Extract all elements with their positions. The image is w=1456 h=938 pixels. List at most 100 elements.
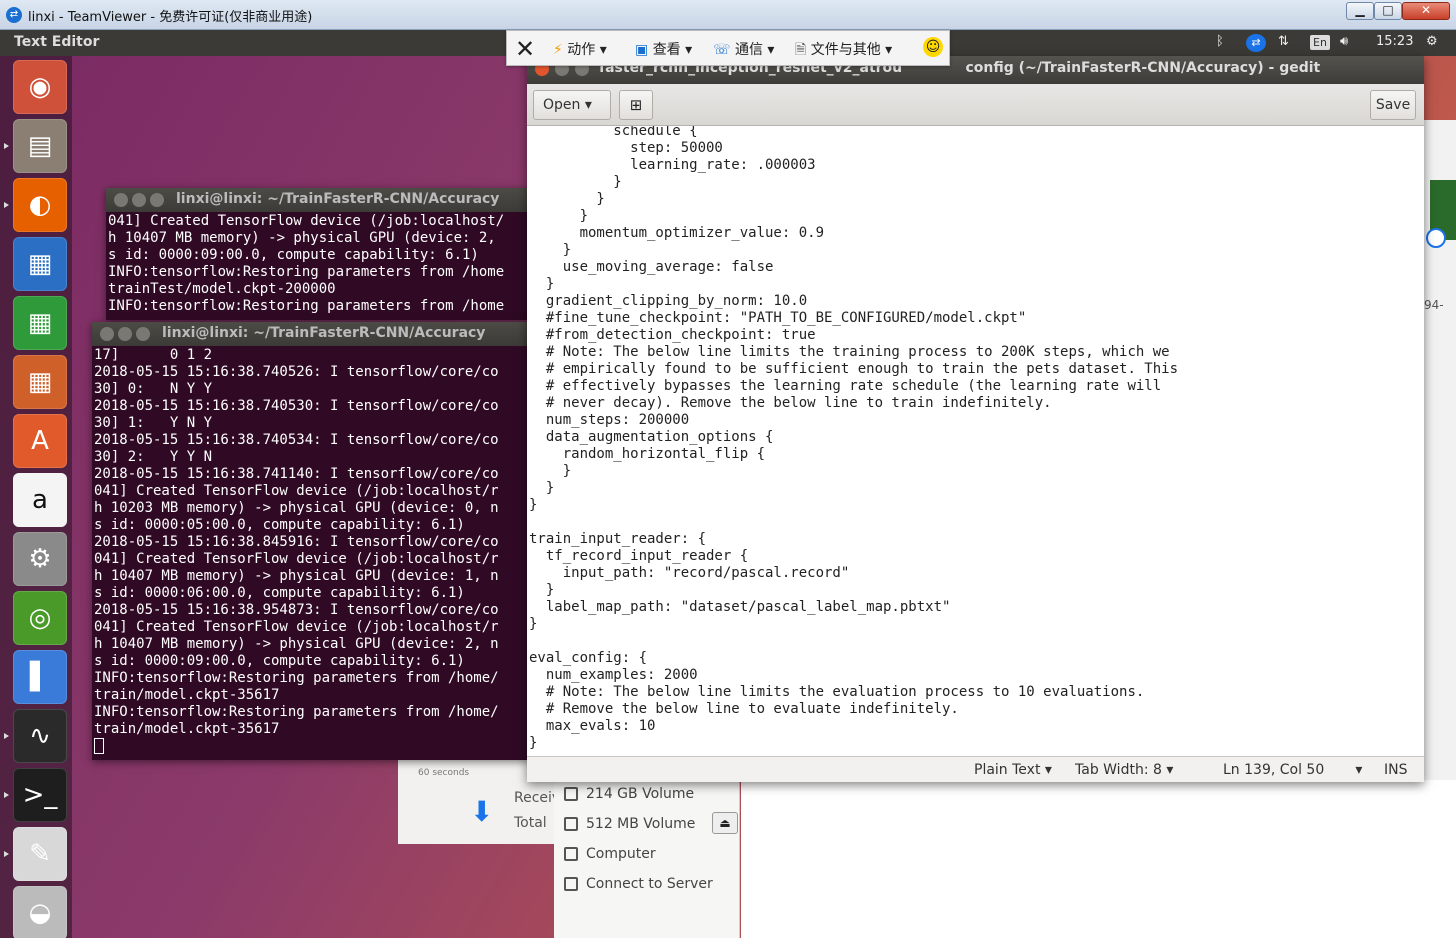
close-session-button[interactable]: ✕ [515,35,535,63]
minimize-icon[interactable] [132,193,146,207]
terminal-line: 30] 1: Y N Y [94,415,213,431]
launcher-files-icon[interactable]: ▤ [13,119,67,173]
launcher-firefox-icon[interactable]: ◐ [13,178,67,232]
terminal-line: 2018-05-15 15:16:38.845916: I tensorflow… [94,534,499,550]
launcher-nvidia-icon[interactable]: ◎ [13,591,67,645]
editor-line: } [529,616,538,632]
sidebar-item-label: 512 MB Volume [586,816,696,832]
clock[interactable]: 15:23 [1376,34,1413,49]
terminal-line: INFO:tensorflow:Restoring parameters fro… [108,264,505,280]
communicate-menu[interactable]: ☏ 通信 ▾ [713,39,774,59]
smiley-icon[interactable]: ☺ [923,37,943,57]
launcher-thermometer-icon[interactable]: ▌ [13,650,67,704]
terminal-title: linxi@linxi: ~/TrainFasterR-CNN/Accuracy [162,325,486,341]
teamviewer-side-icon[interactable] [1426,228,1446,248]
terminal-line: 041] Created TensorFlow device (/job:loc… [94,483,499,499]
cursor-position[interactable]: Ln 139, Col 50 ▾ [1223,762,1362,778]
launcher-text-editor-icon[interactable]: ✎ [13,827,67,881]
system-gear-icon[interactable]: ⚙ [1426,34,1438,49]
chevron-down-icon: ▾ [1355,762,1363,778]
terminal-line: 30] 0: N Y Y [94,381,213,397]
editor-line: step: 50000 [529,140,723,156]
editor-line: # Note: The below line limits the traini… [529,344,1170,360]
view-menu[interactable]: ▣ 查看 ▾ [635,39,692,59]
sidebar-item-computer[interactable]: Computer [564,846,656,862]
editor-line: } [529,242,572,258]
keyboard-language-indicator[interactable]: En [1310,35,1330,50]
editor-line: # never decay). Remove the below line to… [529,395,1052,411]
gedit-window[interactable]: faster_rcnn_inception_resnet_v2_atrou co… [527,56,1424,782]
terminal-line: 2018-05-15 15:16:38.954873: I tensorflow… [94,602,499,618]
terminal-line: trainTest/model.ckpt-200000 [108,281,336,297]
network-icon[interactable]: ⇅ [1278,34,1289,49]
eject-button[interactable]: ⏏ [712,812,738,834]
terminal-line: 2018-05-15 15:16:38.740526: I tensorflow… [94,364,499,380]
language-selector[interactable]: Plain Text ▾ [974,762,1052,778]
new-tab-button[interactable]: ⊞ [619,90,653,120]
terminal-window-back[interactable]: linxi@linxi: ~/TrainFasterR-CNN/Accuracy… [106,188,530,320]
terminal-line: h 10407 MB memory) -> physical GPU (devi… [108,230,496,246]
editor-line: } [529,582,555,598]
computer-icon [564,847,578,861]
terminal-titlebar[interactable]: linxi@linxi: ~/TrainFasterR-CNN/Accuracy [106,188,530,212]
teamviewer-logo-icon: ⇄ [6,7,22,23]
terminal-line: s id: 0000:06:00.0, compute capability: … [94,585,465,601]
teamviewer-tray-icon[interactable]: ⇄ [1246,34,1266,52]
editor-line: } [529,735,538,751]
tab-width-selector[interactable]: Tab Width: 8 ▾ [1075,762,1173,778]
launcher-calc-icon[interactable]: ▦ [13,296,67,350]
close-icon[interactable] [114,193,128,207]
close-icon[interactable] [100,327,114,341]
terminal-line: h 10203 MB memory) -> physical GPU (devi… [94,500,499,516]
editor-line: #from_detection_checkpoint: true [529,327,816,343]
launcher-writer-icon[interactable]: ▦ [13,237,67,291]
drive-icon [564,817,578,831]
launcher-software-icon[interactable]: A [13,414,67,468]
terminal-title: linxi@linxi: ~/TrainFasterR-CNN/Accuracy [176,191,500,207]
gedit-headerbar: Open ▾ ⊞ Save [527,84,1424,126]
launcher-settings-icon[interactable]: ⚙ [13,532,67,586]
save-button[interactable]: Save [1370,90,1416,120]
terminal-titlebar[interactable]: linxi@linxi: ~/TrainFasterR-CNN/Accuracy [92,322,530,346]
terminal-window-front[interactable]: linxi@linxi: ~/TrainFasterR-CNN/Accuracy… [92,322,530,760]
maximize-icon[interactable] [150,193,164,207]
launcher-system-monitor-icon[interactable]: ∿ [13,709,67,763]
terminal-line: 2018-05-15 15:16:38.740534: I tensorflow… [94,432,499,448]
action-menu[interactable]: ⚡ 动作 ▾ [553,39,607,59]
minimize-icon[interactable] [118,327,132,341]
sidebar-item-512mb-volume[interactable]: 512 MB Volume [564,816,695,832]
minimize-button[interactable]: ▁ [1346,2,1374,20]
terminal-line: 2018-05-15 15:16:38.741140: I tensorflow… [94,466,499,482]
launcher-amazon-icon[interactable]: a [13,473,67,527]
lightning-icon: ⚡ [553,42,563,58]
editor-line: use_moving_average: false [529,259,774,275]
sidebar-item-connect-to-server[interactable]: Connect to Server [564,876,713,892]
files-main-area [741,780,1456,938]
open-button[interactable]: Open ▾ [533,90,611,120]
bluetooth-icon[interactable]: ᛒ [1216,34,1224,49]
editor-line: eval_config: { [529,650,648,666]
editor-line: } [529,208,589,224]
maximize-button[interactable]: □ [1374,2,1402,20]
editor-line: label_map_path: "dataset/pascal_label_ma… [529,599,951,615]
open-button-label: Open [543,97,581,113]
gedit-statusbar: Plain Text ▾ Tab Width: 8 ▾ Ln 139, Col … [527,756,1424,782]
files-menu[interactable]: 🗎︎ 文件与其他 ▾ [795,39,892,63]
editor-line: } [529,480,555,496]
cursor-position-label: Ln 139, Col 50 [1223,762,1325,778]
launcher: ◉ ▤ ◐ ▦ ▦ ▦ Aa ⚙ ◎ ▌ ∿ >_ ✎ ◒ [0,56,72,938]
maximize-icon[interactable] [136,327,150,341]
launcher-ubuntu-dash-icon[interactable]: ◉ [13,60,67,114]
text-editor-area[interactable]: schedule { step: 50000 learning_rate: .0… [527,126,1424,754]
terminal-line: INFO:tensorflow:Restoring parameters fro… [94,670,499,686]
view-menu-label: 查看 [652,42,681,58]
terminal-line: 17] 0 1 2 [94,347,213,363]
sidebar-item-214gb-volume[interactable]: 214 GB Volume [564,786,694,802]
volume-icon[interactable]: 🔊︎ [1340,34,1348,49]
launcher-disk-icon[interactable]: ◒ [13,886,67,938]
terminal-line: INFO:tensorflow:Restoring parameters fro… [94,704,499,720]
launcher-impress-icon[interactable]: ▦ [13,355,67,409]
launcher-terminal-icon[interactable]: >_ [13,768,67,822]
close-button[interactable]: ✕ [1402,2,1450,20]
editor-line: schedule { [529,126,698,139]
